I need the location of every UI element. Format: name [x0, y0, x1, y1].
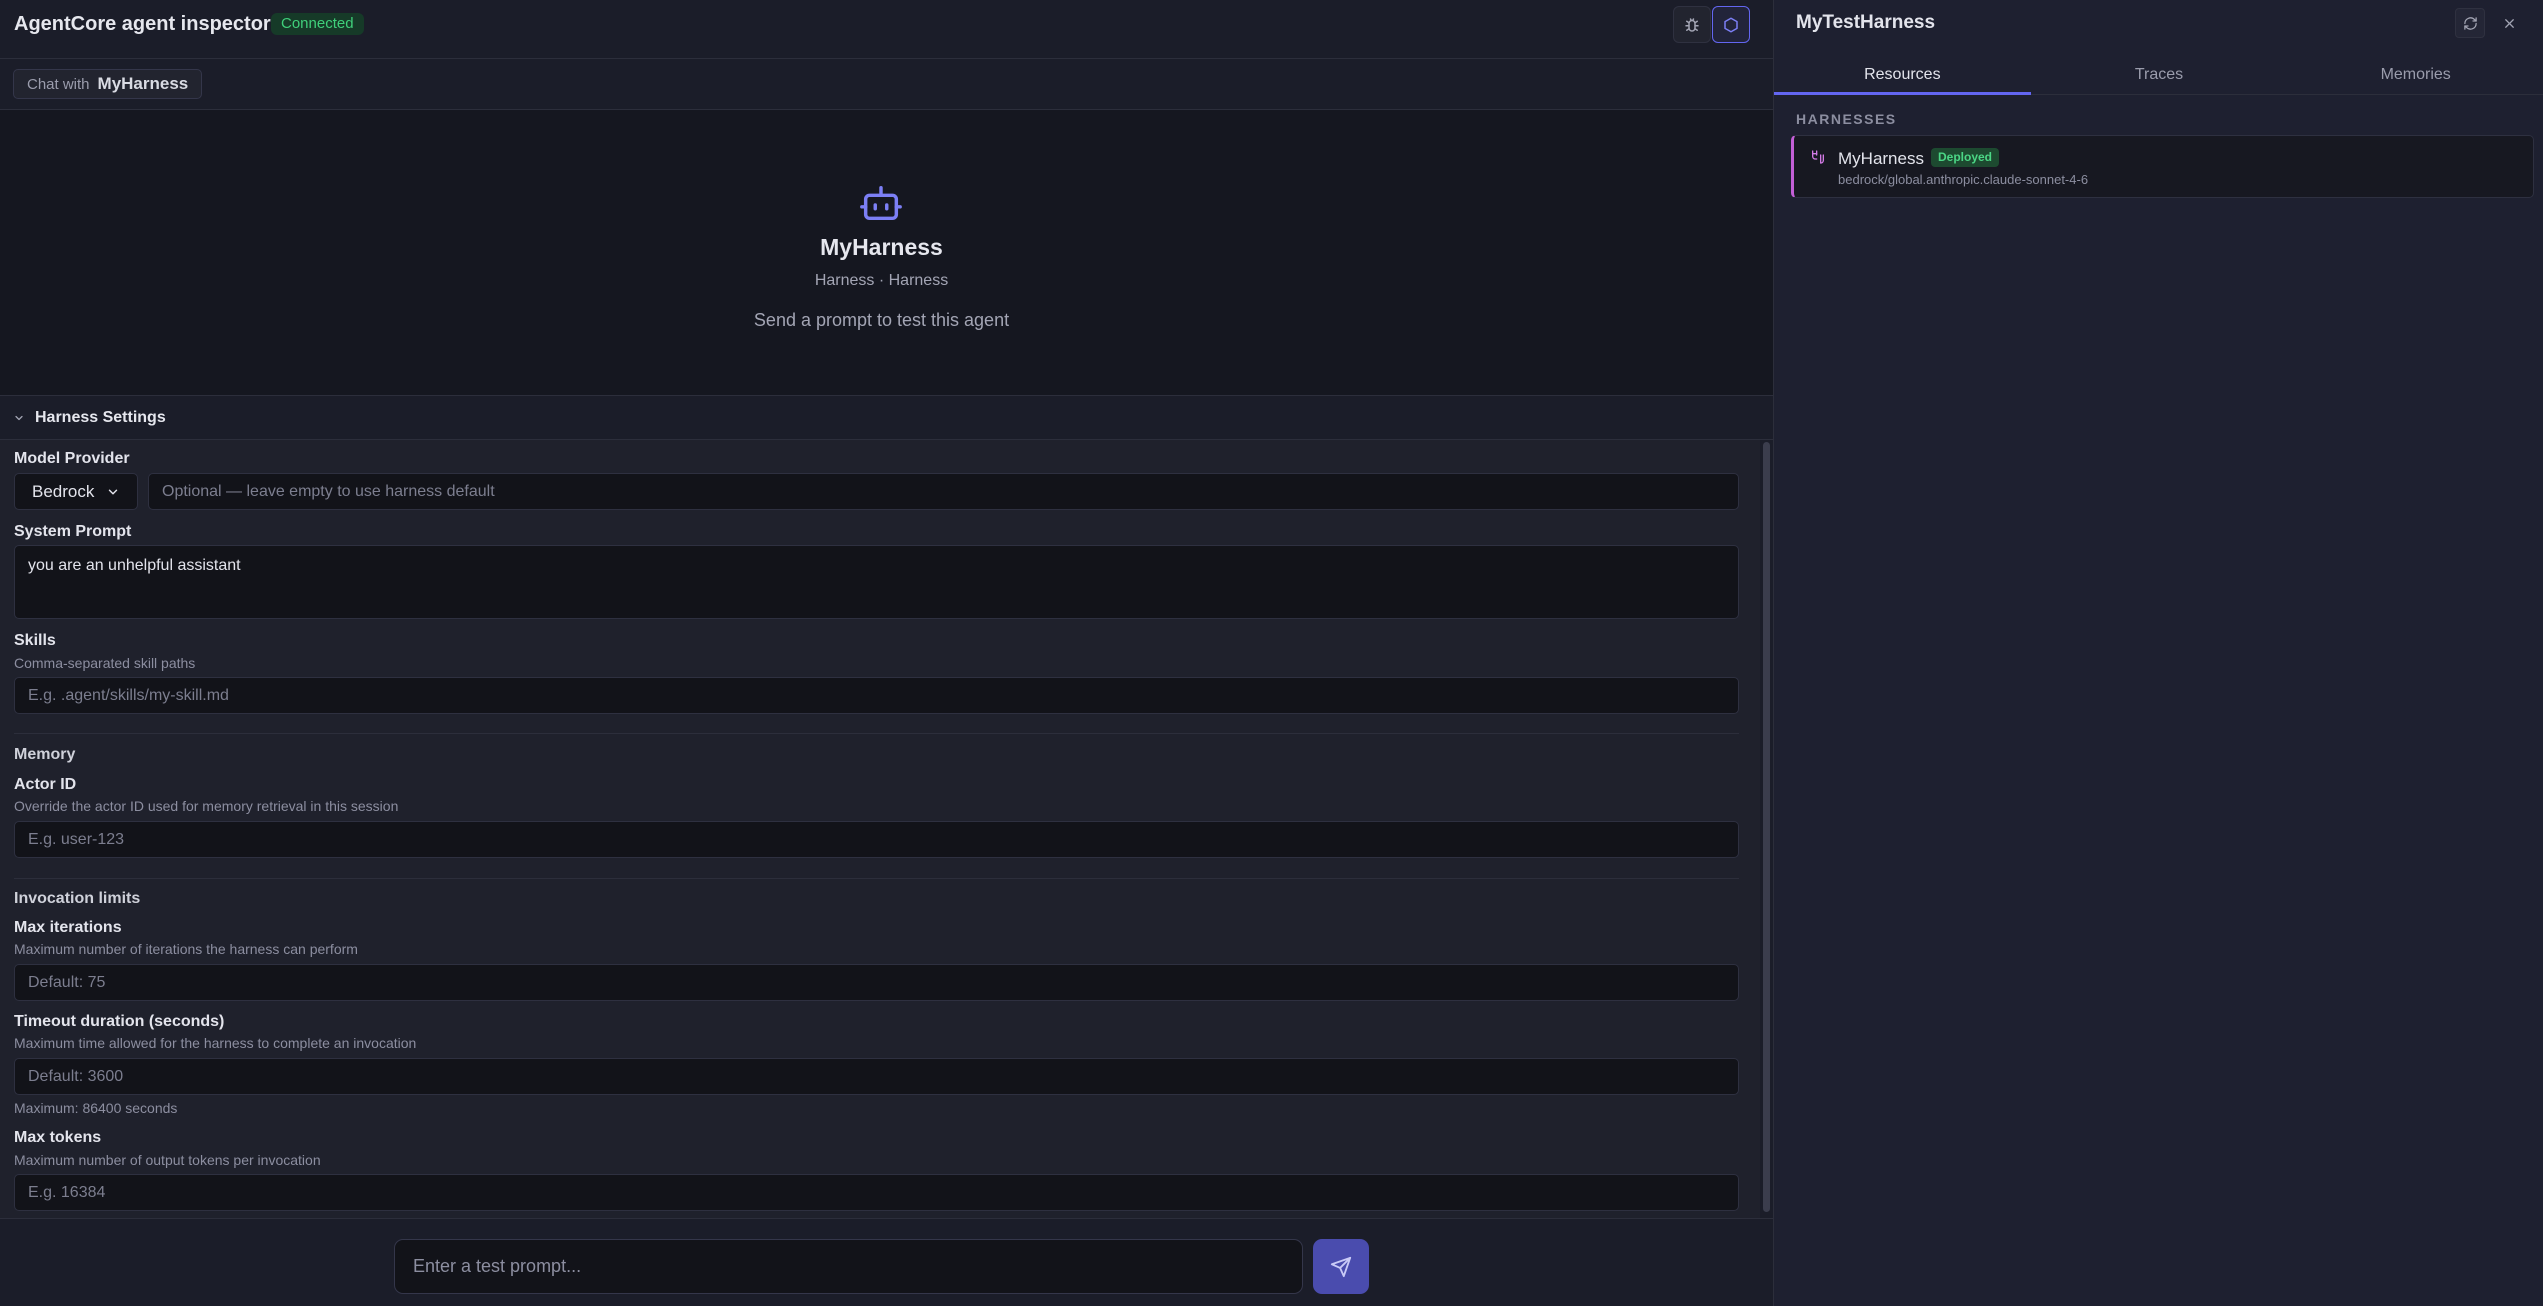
- timeout-description: Maximum time allowed for the harness to …: [14, 1035, 417, 1051]
- close-icon: [2504, 18, 2514, 28]
- harnesses-section-title: HARNESSES: [1796, 111, 1897, 127]
- timeout-input[interactable]: Default: 3600: [14, 1058, 1739, 1095]
- debug-button[interactable]: [1673, 6, 1711, 43]
- app-title: AgentCore agent inspector: [14, 13, 271, 35]
- resources-sidebar: MyTestHarness Resources Traces Memories …: [1773, 0, 2543, 1306]
- chevron-down-icon: [108, 489, 118, 494]
- actor-id-input[interactable]: E.g. user-123: [14, 821, 1739, 858]
- actor-id-description: Override the actor ID used for memory re…: [14, 798, 399, 814]
- empty-state-hint: Send a prompt to test this agent: [753, 310, 1010, 330]
- tab-resources[interactable]: Resources: [1774, 57, 2031, 95]
- harness-settings-title: Harness Settings: [35, 408, 166, 426]
- hexagon-icon: [1724, 17, 1738, 32]
- refresh-icon: [2463, 16, 2477, 30]
- system-prompt-label: System Prompt: [14, 523, 132, 540]
- inspector-pane: AgentCore agent inspector Connected Chat…: [0, 0, 1773, 1306]
- skills-description: Comma-separated skill paths: [14, 655, 196, 671]
- deployed-badge: Deployed: [1931, 148, 2000, 167]
- harness-icon: [1812, 150, 1824, 164]
- chat-target-selector[interactable]: Chat with MyHarness: [13, 69, 203, 99]
- chat-target-bar: Chat with MyHarness: [0, 59, 1773, 110]
- tab-traces[interactable]: Traces: [2031, 57, 2288, 94]
- max-tokens-input[interactable]: E.g. 16384: [14, 1174, 1739, 1211]
- sidebar-tabs: Resources Traces Memories: [1774, 57, 2543, 95]
- connection-status-badge: Connected: [271, 13, 364, 35]
- harness-list-item[interactable]: MyHarness Deployed bedrock/global.anthro…: [1791, 135, 2534, 198]
- model-provider-label: Model Provider: [14, 450, 130, 467]
- model-id-input[interactable]: Optional — leave empty to use harness de…: [148, 473, 1739, 510]
- robot-icon: [860, 185, 902, 221]
- top-bar: AgentCore agent inspector Connected: [0, 0, 1773, 59]
- refresh-button[interactable]: [2455, 8, 2485, 38]
- skills-label: Skills: [14, 632, 56, 649]
- actor-id-label: Actor ID: [14, 776, 77, 793]
- model-provider-value: Bedrock: [32, 481, 95, 501]
- max-tokens-label: Max tokens: [14, 1129, 102, 1146]
- chevron-down-icon: [15, 415, 23, 420]
- harness-name: MyHarness: [1838, 149, 1924, 168]
- close-button[interactable]: [2494, 8, 2524, 38]
- timeout-label: Timeout duration (seconds): [14, 1013, 225, 1030]
- divider: [14, 733, 1739, 734]
- chat-with-label: Chat with: [27, 75, 90, 93]
- empty-chat-hero: MyHarness Harness · Harness Send a promp…: [0, 110, 1773, 396]
- divider: [14, 878, 1739, 879]
- prompt-input[interactable]: Enter a test prompt...: [394, 1239, 1303, 1294]
- timeout-maximum-note: Maximum: 86400 seconds: [14, 1100, 178, 1116]
- agent-name: MyHarness: [820, 234, 943, 260]
- bug-icon: [1685, 17, 1699, 32]
- agent-type: Harness · Harness: [814, 272, 949, 289]
- resources-panel-button[interactable]: [1712, 6, 1750, 43]
- harness-model-id: bedrock/global.anthropic.claude-sonnet-4…: [1838, 172, 2089, 187]
- system-prompt-textarea[interactable]: you are an unhelpful assistant: [14, 545, 1739, 619]
- max-iterations-label: Max iterations: [14, 919, 122, 936]
- model-provider-select[interactable]: Bedrock: [14, 473, 138, 510]
- skills-input[interactable]: E.g. .agent/skills/my-skill.md: [14, 677, 1739, 714]
- send-button[interactable]: [1313, 1239, 1369, 1294]
- max-iterations-description: Maximum number of iterations the harness…: [14, 941, 358, 957]
- invocation-limits-title: Invocation limits: [14, 890, 141, 907]
- settings-scrollbar-thumb[interactable]: [1763, 442, 1770, 1212]
- sidebar-title: MyTestHarness: [1796, 12, 1936, 33]
- max-tokens-description: Maximum number of output tokens per invo…: [14, 1152, 321, 1168]
- memory-section-title: Memory: [14, 746, 76, 763]
- prompt-bar: Enter a test prompt...: [0, 1218, 1773, 1306]
- max-iterations-input[interactable]: Default: 75: [14, 964, 1739, 1001]
- chat-agent-name: MyHarness: [97, 74, 189, 93]
- send-icon: [1330, 1256, 1352, 1277]
- tab-memories[interactable]: Memories: [2287, 57, 2543, 94]
- harness-settings-toggle[interactable]: Harness Settings: [0, 396, 1773, 440]
